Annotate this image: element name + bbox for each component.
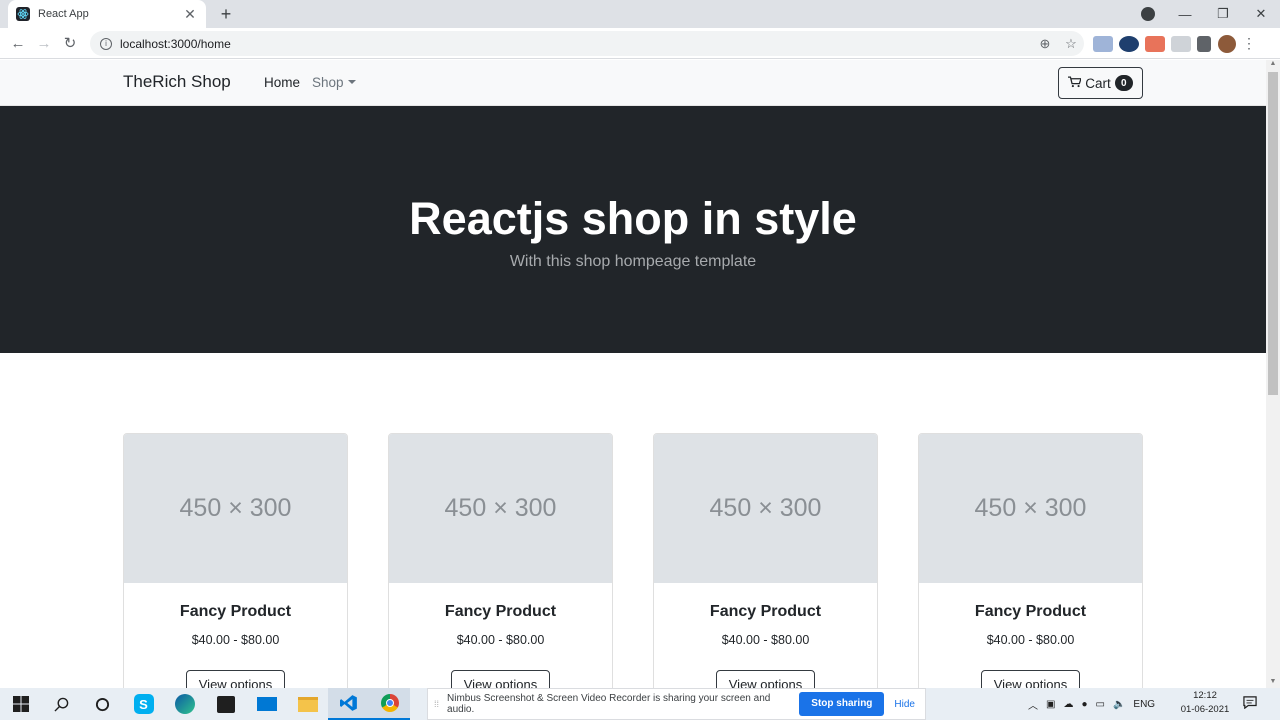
reload-icon[interactable]: ↻ (57, 34, 83, 52)
tab-title: React App (38, 8, 89, 20)
browser-toolbar: ← → ↻ i localhost:3000/home ⊕ ☆ ⋮ (0, 28, 1280, 59)
search-icon[interactable] (41, 688, 82, 720)
new-tab-button[interactable]: + (215, 3, 237, 25)
edge-icon[interactable] (164, 688, 205, 720)
show-hidden-icons-icon[interactable]: ︿ (1028, 697, 1038, 712)
extension-na-icon[interactable] (1119, 35, 1139, 52)
product-price: $40.00 - $80.00 (986, 633, 1075, 647)
cart-count-badge: 0 (1114, 75, 1133, 91)
bookmark-star-icon[interactable]: ☆ (1058, 36, 1084, 52)
product-name: Fancy Product (444, 603, 557, 620)
meet-now-icon[interactable]: ▣ (1046, 699, 1055, 710)
product-image-placeholder: 450 × 300 (654, 434, 877, 583)
product-price: $40.00 - $80.00 (456, 633, 545, 647)
scrollbar-thumb[interactable] (1268, 72, 1278, 395)
vscode-icon[interactable] (328, 688, 369, 720)
site-navbar: TheRich Shop Home Shop Cart 0 (0, 60, 1266, 106)
file-explorer-icon[interactable] (287, 688, 328, 720)
scroll-down-icon[interactable]: ▼ (1266, 678, 1280, 688)
product-card: 450 × 300 Fancy Product $40.00 - $80.00 … (653, 433, 878, 688)
hide-button[interactable]: Hide (894, 699, 915, 710)
product-card: 450 × 300 Fancy Product $40.00 - $80.00 … (388, 433, 613, 688)
caret-down-icon (347, 80, 356, 84)
view-options-button[interactable]: View options (981, 670, 1080, 688)
close-window-button[interactable]: ✕ (1242, 6, 1280, 22)
product-price: $40.00 - $80.00 (721, 633, 810, 647)
volume-icon[interactable]: 🔈 (1113, 699, 1125, 710)
mail-icon[interactable] (246, 688, 287, 720)
window-controls: — ❐ ✕ (1166, 0, 1280, 28)
product-name: Fancy Product (179, 603, 292, 620)
extensions-area: ⋮ (1090, 31, 1258, 56)
cart-label: Cart (1085, 75, 1111, 91)
product-image-placeholder: 450 × 300 (124, 434, 347, 583)
product-card: 450 × 300 Fancy Product $40.00 - $80.00 … (918, 433, 1143, 688)
taskbar-clock[interactable]: 12:12 01-06-2021 (1176, 689, 1234, 717)
page-scrollbar[interactable]: ▲ ▼ (1266, 60, 1280, 688)
product-price: $40.00 - $80.00 (191, 633, 280, 647)
nav-shop-dropdown[interactable]: Shop (312, 75, 356, 90)
forward-icon[interactable]: → (31, 35, 57, 52)
install-icon[interactable]: ⊕ (1032, 36, 1058, 52)
cart-icon (1068, 75, 1083, 91)
sharing-message: Nimbus Screenshot & Screen Video Recorde… (447, 693, 771, 715)
product-card: 450 × 300 Fancy Product $40.00 - $80.00 … (123, 433, 348, 688)
extension-shield-icon[interactable] (1171, 35, 1191, 52)
cortana-icon[interactable] (82, 688, 123, 720)
battery-icon[interactable]: ▭ (1096, 699, 1105, 710)
extensions-puzzle-icon[interactable] (1197, 35, 1211, 52)
view-options-button[interactable]: View options (716, 670, 815, 688)
restore-button[interactable]: ❐ (1204, 6, 1242, 22)
product-name: Fancy Product (974, 603, 1087, 620)
browser-tab[interactable]: React App ✕ (8, 0, 206, 28)
tab-close-icon[interactable]: ✕ (182, 6, 198, 23)
nav-shop-label: Shop (312, 75, 344, 90)
store-icon[interactable] (205, 688, 246, 720)
web-page: TheRich Shop Home Shop Cart 0 Reactjs sh… (0, 60, 1266, 688)
scroll-up-icon[interactable]: ▲ (1266, 60, 1280, 70)
hero-header: Reactjs shop in style With this shop hom… (0, 106, 1266, 353)
clock-date: 01-06-2021 (1180, 704, 1230, 715)
minimize-button[interactable]: — (1166, 7, 1204, 22)
screen-sharing-bar: ⁞⁞ Nimbus Screenshot & Screen Video Reco… (427, 688, 926, 720)
stop-sharing-button[interactable]: Stop sharing (799, 692, 885, 716)
notifications-icon[interactable] (1243, 696, 1257, 712)
language-indicator[interactable]: ENG (1133, 699, 1155, 710)
product-name: Fancy Product (709, 603, 822, 620)
view-options-button[interactable]: View options (186, 670, 285, 688)
url-text[interactable]: localhost:3000/home (120, 37, 1032, 51)
site-brand[interactable]: TheRich Shop (123, 72, 231, 92)
site-info-icon[interactable]: i (100, 37, 112, 50)
extension-user-icon[interactable] (1093, 35, 1113, 52)
product-image-placeholder: 450 × 300 (919, 434, 1142, 583)
hero-title: Reactjs shop in style (409, 193, 857, 244)
address-bar[interactable]: i localhost:3000/home ⊕ ☆ (90, 31, 1084, 56)
view-options-button[interactable]: View options (451, 670, 550, 688)
cart-button[interactable]: Cart 0 (1058, 67, 1143, 99)
windows-start-icon[interactable] (0, 688, 41, 720)
react-favicon-icon (16, 7, 30, 21)
nav-home-link[interactable]: Home (264, 75, 300, 90)
clock-time: 12:12 (1193, 690, 1217, 701)
onedrive-icon[interactable]: ☁ (1063, 699, 1073, 710)
chrome-icon[interactable] (369, 688, 410, 720)
system-tray: ︿ ▣ ☁ ● ▭ 🔈 ENG (1024, 688, 1159, 720)
hero-subtitle: With this shop hompeage template (509, 253, 757, 270)
product-image-placeholder: 450 × 300 (389, 434, 612, 583)
tab-search-icon[interactable] (1141, 7, 1155, 21)
extension-record-icon[interactable] (1145, 35, 1165, 52)
microphone-icon[interactable]: ● (1081, 699, 1087, 710)
more-menu-icon[interactable]: ⋮ (1240, 35, 1258, 52)
profile-avatar[interactable] (1218, 34, 1236, 53)
browser-tab-strip: React App ✕ + — ❐ ✕ (0, 0, 1280, 28)
skype-icon[interactable]: S (123, 688, 164, 720)
drag-handle-icon[interactable]: ⁞⁞ (434, 699, 439, 709)
back-icon[interactable]: ← (5, 35, 31, 52)
